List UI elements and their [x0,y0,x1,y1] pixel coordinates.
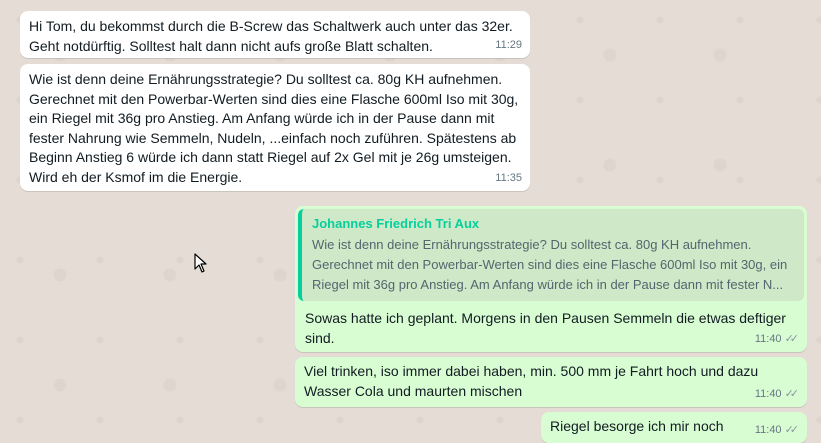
message-text: Hi Tom, du bekommst durch die B-Screw da… [29,18,513,54]
quoted-author: Johannes Friedrich Tri Aux [312,216,480,231]
message-meta: 11:29 [495,36,522,56]
quoted-text: Wie ist denn deine Ernährungsstrategie? … [312,237,788,292]
message-text: Viel trinken, iso immer dabei haben, min… [304,363,759,399]
mouse-cursor-icon [194,253,207,273]
outgoing-reply-message[interactable]: Johannes Friedrich Tri Aux Wie ist denn … [295,206,807,352]
message-time: 11:35 [495,171,522,184]
message-meta: 11:40 ✓✓ [755,330,799,350]
double-check-icon: ✓✓ [784,332,800,345]
outgoing-message[interactable]: Viel trinken, iso immer dabei haben, min… [295,357,807,407]
message-time: 11:40 [754,387,782,400]
incoming-message[interactable]: Wie ist denn deine Ernährungsstrategie? … [20,64,530,191]
message-time: 11:40 [754,332,782,345]
message-text: Wie ist denn deine Ernährungsstrategie? … [29,71,519,185]
incoming-message[interactable]: Hi Tom, du bekommst durch die B-Screw da… [20,11,530,58]
message-time: 11:40 [754,423,782,436]
message-text: Sowas hatte ich geplant. Morgens in den … [305,310,786,346]
double-check-icon: ✓✓ [784,423,800,436]
outgoing-message[interactable]: Riegel besorge ich mir noch 11:40 ✓✓ [541,412,807,443]
message-meta: 11:40 ✓✓ [755,421,799,441]
message-meta: 11:40 ✓✓ [755,385,799,405]
message-time: 11:29 [495,38,522,51]
double-check-icon: ✓✓ [784,387,800,400]
message-meta: 11:35 [495,169,522,189]
quoted-message[interactable]: Johannes Friedrich Tri Aux Wie ist denn … [298,209,804,301]
